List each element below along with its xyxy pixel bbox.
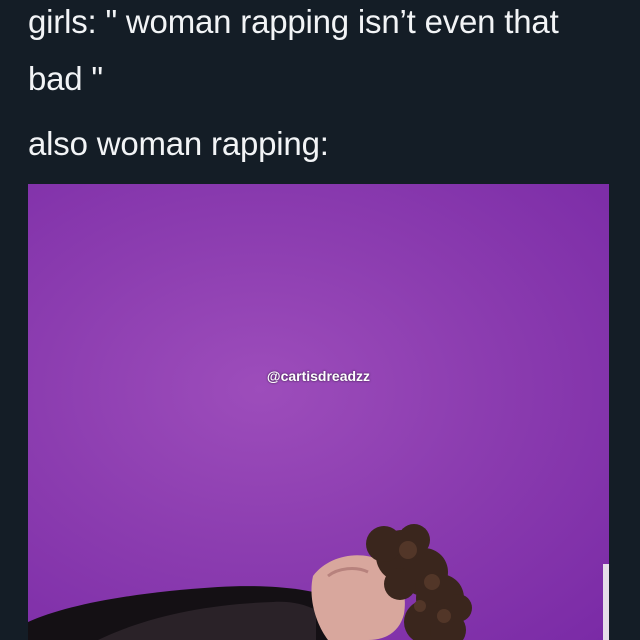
meme-post: girls: " woman rapping isn’t even that b… xyxy=(0,0,640,640)
video-frame[interactable]: @cartisdreadzz xyxy=(28,184,609,640)
person-figure-image xyxy=(28,524,609,640)
right-margin xyxy=(609,184,640,640)
post-text-line: girls: " woman rapping isn’t even that xyxy=(28,3,559,40)
post-text-line: bad " xyxy=(28,60,103,97)
post-text-line: also woman rapping: xyxy=(28,125,329,162)
watermark-handle: @cartisdreadzz xyxy=(266,368,371,384)
